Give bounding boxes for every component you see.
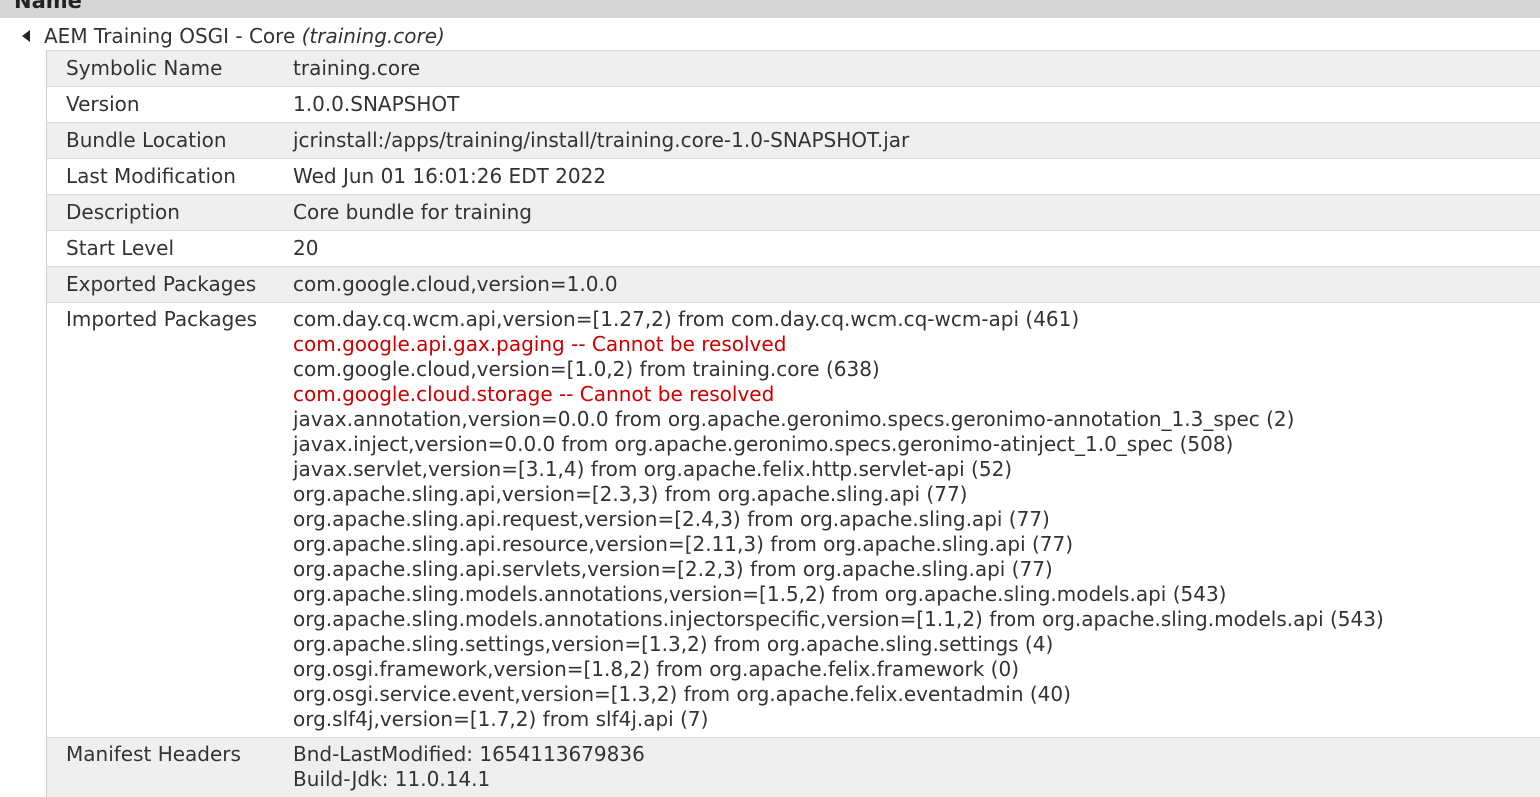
detail-value: 20 xyxy=(293,236,319,260)
detail-row-version: Version 1.0.0.SNAPSHOT xyxy=(47,86,1540,122)
imported-package-line: com.google.cloud,version=[1.0,2) from tr… xyxy=(293,357,880,381)
detail-value: Wed Jun 01 16:01:26 EDT 2022 xyxy=(293,164,607,188)
collapse-triangle-icon[interactable] xyxy=(22,30,30,42)
imported-package-line: org.slf4j,version=[1.7,2) from slf4j.api… xyxy=(293,707,709,731)
bundle-name: AEM Training OSGI - Core xyxy=(44,24,296,48)
imported-package-line: org.apache.sling.api.resource,version=[2… xyxy=(293,532,1074,556)
detail-value: training.core xyxy=(293,56,421,80)
imported-package-line: javax.annotation,version=0.0.0 from org.… xyxy=(293,407,1295,431)
unresolved-package-line: com.google.cloud.storage -- Cannot be re… xyxy=(293,382,775,406)
detail-label: Manifest Headers xyxy=(66,742,241,766)
detail-row-imported-packages: Imported Packages com.day.cq.wcm.api,ver… xyxy=(47,302,1540,737)
bundle-symbolic-name: (training.core) xyxy=(301,24,445,48)
detail-row-exported-packages: Exported Packages com.google.cloud,versi… xyxy=(47,266,1540,302)
detail-row-bundle-location: Bundle Location jcrinstall:/apps/trainin… xyxy=(47,122,1540,158)
detail-row-start-level: Start Level 20 xyxy=(47,230,1540,266)
imported-package-line: org.apache.sling.settings,version=[1.3,2… xyxy=(293,632,1054,656)
bundle-details-table: Symbolic Name training.core Version 1.0.… xyxy=(46,50,1540,797)
imported-package-line: javax.inject,version=0.0.0 from org.apac… xyxy=(293,432,1234,456)
imported-package-line: com.day.cq.wcm.api,version=[1.27,2) from… xyxy=(293,307,1080,331)
imported-packages-list: com.day.cq.wcm.api,version=[1.27,2) from… xyxy=(293,307,1540,732)
manifest-header-line: Bnd-LastModified: 1654113679836 xyxy=(293,742,645,766)
detail-label: Bundle Location xyxy=(66,128,227,152)
imported-package-line: org.apache.sling.api.request,version=[2.… xyxy=(293,507,1050,531)
imported-package-line: org.osgi.service.event,version=[1.3,2) f… xyxy=(293,682,1071,706)
detail-value: com.google.cloud,version=1.0.0 xyxy=(293,272,618,296)
imported-package-line: javax.servlet,version=[3.1,4) from org.a… xyxy=(293,457,1013,481)
detail-label: Exported Packages xyxy=(66,272,257,296)
unresolved-package-line: com.google.api.gax.paging -- Cannot be r… xyxy=(293,332,787,356)
detail-label: Start Level xyxy=(66,236,175,260)
detail-value: Core bundle for training xyxy=(293,200,532,224)
detail-row-manifest-headers: Manifest Headers Bnd-LastModified: 16541… xyxy=(47,737,1540,797)
detail-label: Imported Packages xyxy=(66,307,258,331)
detail-row-description: Description Core bundle for training xyxy=(47,194,1540,230)
manifest-headers-list: Bnd-LastModified: 1654113679836 Build-Jdk… xyxy=(293,742,1540,792)
bundle-title-row[interactable]: AEM Training OSGI - Core (training.core) xyxy=(22,23,445,49)
name-column-header[interactable]: Name xyxy=(14,0,82,13)
detail-label: Description xyxy=(66,200,180,224)
detail-row-last-modification: Last Modification Wed Jun 01 16:01:26 ED… xyxy=(47,158,1540,194)
detail-value: jcrinstall:/apps/training/install/traini… xyxy=(293,128,910,152)
detail-label: Last Modification xyxy=(66,164,236,188)
imported-package-line: org.apache.sling.models.annotations,vers… xyxy=(293,582,1227,606)
imported-package-line: org.apache.sling.api,version=[2.3,3) fro… xyxy=(293,482,968,506)
detail-label: Symbolic Name xyxy=(66,56,223,80)
detail-row-symbolic-name: Symbolic Name training.core xyxy=(47,50,1540,86)
imported-package-line: org.apache.sling.models.annotations.inje… xyxy=(293,607,1384,631)
imported-package-line: org.osgi.framework,version=[1.8,2) from … xyxy=(293,657,1019,681)
imported-package-line: org.apache.sling.api.servlets,version=[2… xyxy=(293,557,1053,581)
manifest-header-line: Build-Jdk: 11.0.14.1 xyxy=(293,767,491,791)
table-header: Name xyxy=(0,0,1540,18)
detail-label: Version xyxy=(66,92,140,116)
detail-value: 1.0.0.SNAPSHOT xyxy=(293,92,460,116)
